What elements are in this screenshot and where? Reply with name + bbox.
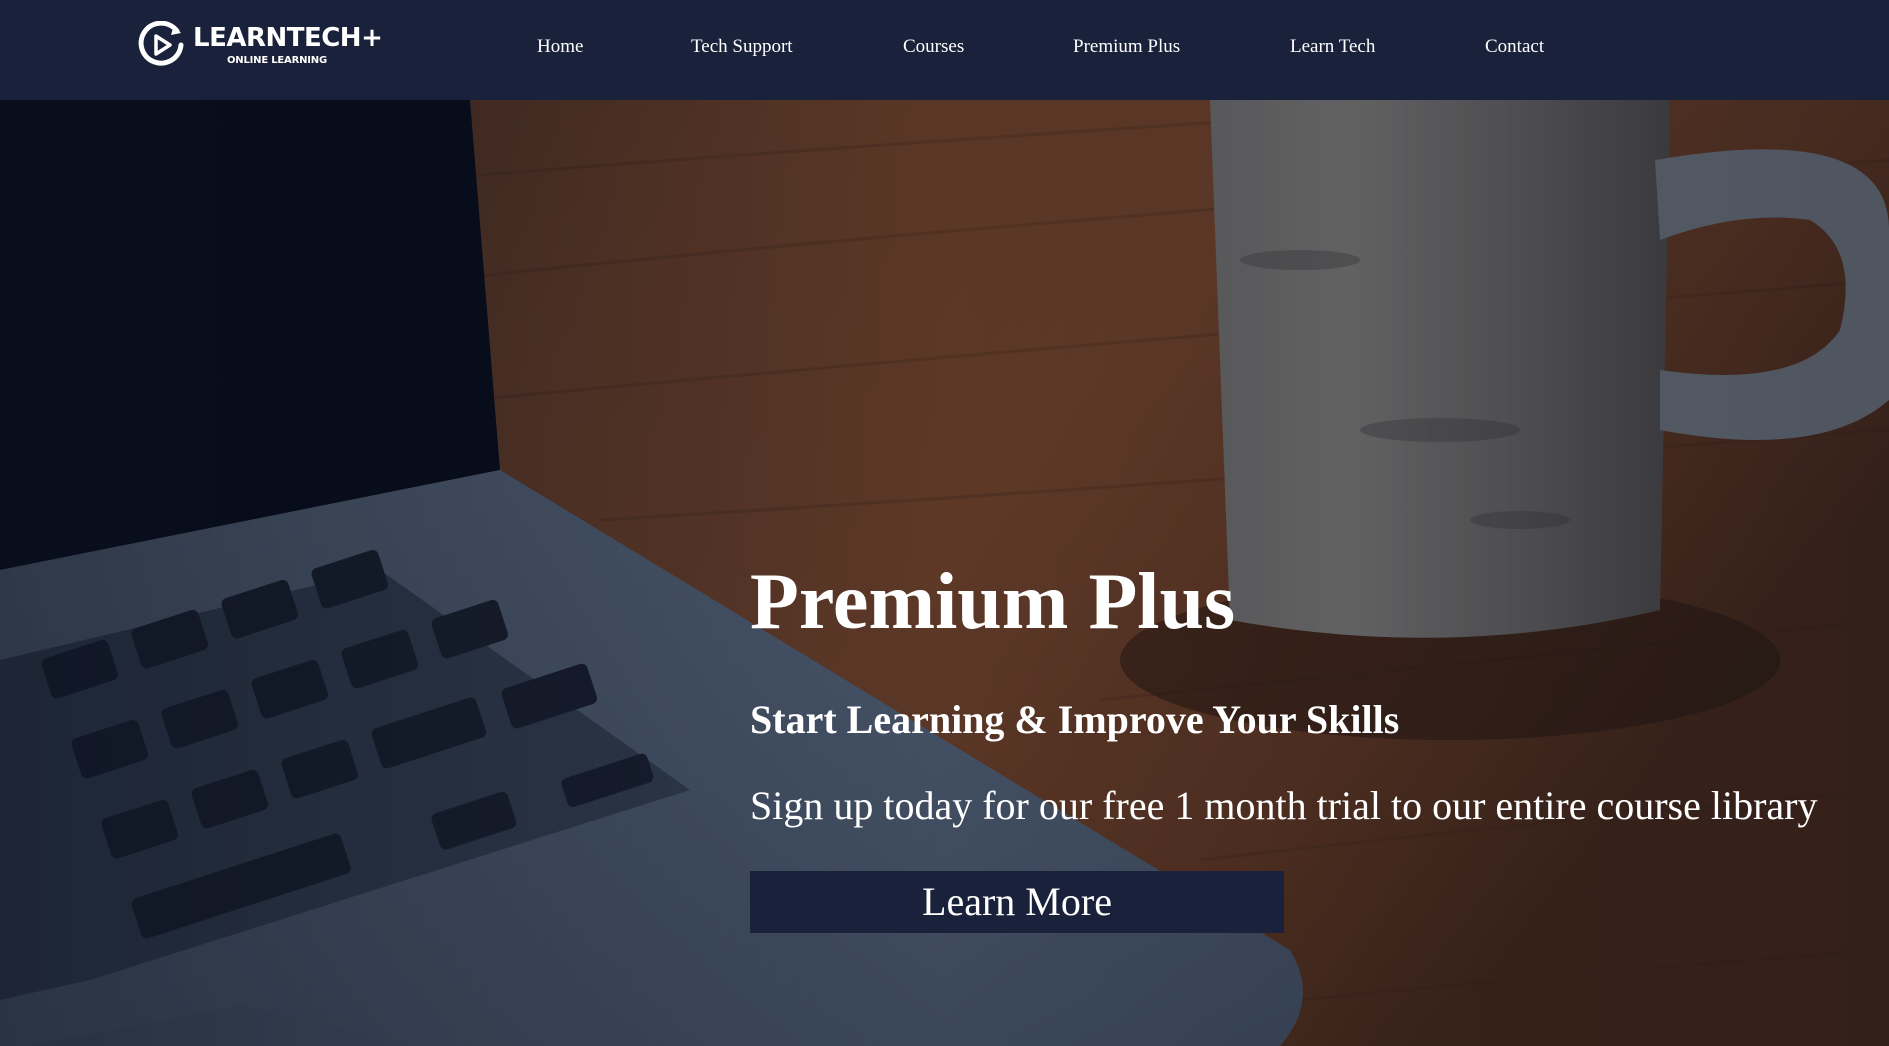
brand-name: LEARNTECH+ — [193, 23, 383, 53]
brand-tagline: ONLINE LEARNING — [227, 55, 327, 66]
nav-contact[interactable]: Contact — [1485, 36, 1544, 58]
page: LEARNTECH+ ONLINE LEARNING Home Tech Sup… — [0, 0, 1889, 1046]
brand-logo[interactable]: LEARNTECH+ ONLINE LEARNING — [137, 20, 383, 72]
nav-premium-plus[interactable]: Premium Plus — [1073, 36, 1180, 58]
nav-home[interactable]: Home — [537, 36, 583, 58]
hero-subtitle: Start Learning & Improve Your Skills — [750, 697, 1400, 742]
hero-section: Premium Plus Start Learning & Improve Yo… — [0, 100, 1889, 1046]
learn-more-button[interactable]: Learn More — [750, 871, 1284, 933]
nav-learn-tech[interactable]: Learn Tech — [1290, 36, 1375, 58]
nav-tech-support[interactable]: Tech Support — [691, 36, 793, 58]
nav-courses[interactable]: Courses — [903, 36, 964, 58]
hero-description: Sign up today for our free 1 month trial… — [750, 783, 1818, 828]
play-circle-icon — [138, 21, 184, 66]
hero-title: Premium Plus — [750, 558, 1236, 646]
navbar: LEARNTECH+ ONLINE LEARNING Home Tech Sup… — [0, 0, 1889, 100]
